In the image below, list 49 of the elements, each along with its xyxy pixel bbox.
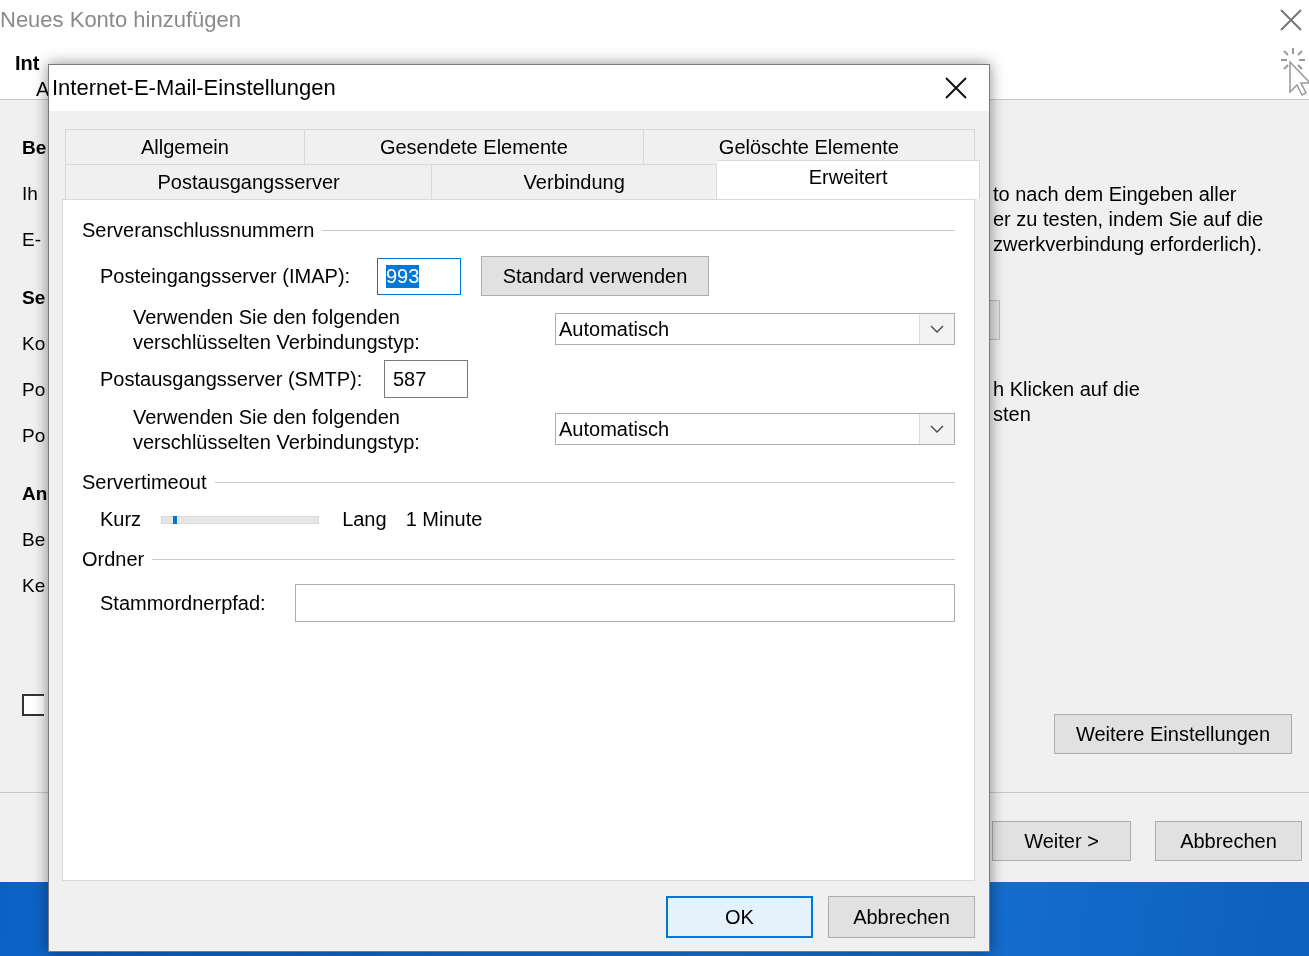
default-button[interactable]: Standard verwenden (481, 256, 709, 296)
group-title: Ordner (82, 547, 145, 571)
section-heading: Se (22, 286, 47, 310)
field-label: Verwenden Sie den folgenden verschlüsselten Verbindungstyp: (133, 305, 421, 355)
slider-label: Lang (342, 508, 387, 531)
folder-path-field[interactable] (295, 584, 955, 622)
encryption-dropdown[interactable]: Automatisch (555, 413, 955, 445)
port-field[interactable]: 993 (377, 257, 461, 295)
checkbox[interactable] (22, 694, 44, 716)
section-heading: An (22, 482, 48, 506)
slider-label: Kurz (100, 508, 142, 531)
chevron-down-icon (930, 425, 944, 433)
timeout-slider[interactable] (161, 515, 320, 524)
field-label: Postausgangsserver (SMTP): (100, 367, 364, 391)
field-label: Ke (22, 574, 47, 598)
more-settings-button[interactable]: Weitere Einstellungen (1054, 714, 1292, 754)
field-label: Ko (22, 332, 47, 356)
encryption-dropdown[interactable]: Automatisch (555, 313, 955, 345)
field-label: Posteingangsserver (IMAP): (100, 264, 352, 288)
section-heading: Be (22, 136, 48, 160)
description-text: h Klicken auf die sten (993, 377, 1141, 427)
close-icon[interactable] (945, 77, 967, 99)
chevron-down-icon (930, 325, 944, 333)
field-label: Po (22, 424, 47, 448)
group-title: Servertimeout (82, 470, 207, 494)
field-label: E- (22, 228, 42, 252)
group-title: Serveranschlussnummern (82, 218, 315, 242)
page-heading: Int (15, 52, 40, 75)
cancel-button[interactable]: Abbrechen (1155, 821, 1302, 861)
page-subheading: A (36, 78, 50, 101)
tab[interactable]: Allgemein (65, 129, 305, 164)
dialog-title: Internet-E-Mail-Einstellungen (52, 75, 336, 101)
field-label: Po (22, 378, 47, 402)
field-label: Be (22, 528, 47, 552)
port-field[interactable]: 587 (384, 360, 468, 398)
field-label: Ih (22, 182, 39, 206)
window-title: Neues Konto hinzufügen (0, 7, 241, 33)
tab[interactable]: Verbindung (432, 164, 718, 199)
timeout-value: 1 Minute (405, 508, 483, 531)
field-label: Verwenden Sie den folgenden verschlüsselten Verbindungstyp: (133, 405, 421, 455)
next-button[interactable]: Weiter > (992, 821, 1131, 861)
description-text: to nach dem Eingeben aller er zu testen, indem Sie auf die zwerkverbindung erforderlich). (993, 182, 1265, 257)
slider-thumb[interactable] (172, 515, 177, 524)
tab[interactable]: Postausgangsserver (65, 164, 433, 199)
tab[interactable]: Gesendete Elemente (304, 129, 644, 164)
cancel-button[interactable]: Abbrechen (828, 896, 975, 938)
tab[interactable]: Erweitert (717, 160, 980, 199)
field-label: Stammordnerpfad: (100, 591, 267, 615)
ok-button[interactable]: OK (666, 896, 813, 938)
